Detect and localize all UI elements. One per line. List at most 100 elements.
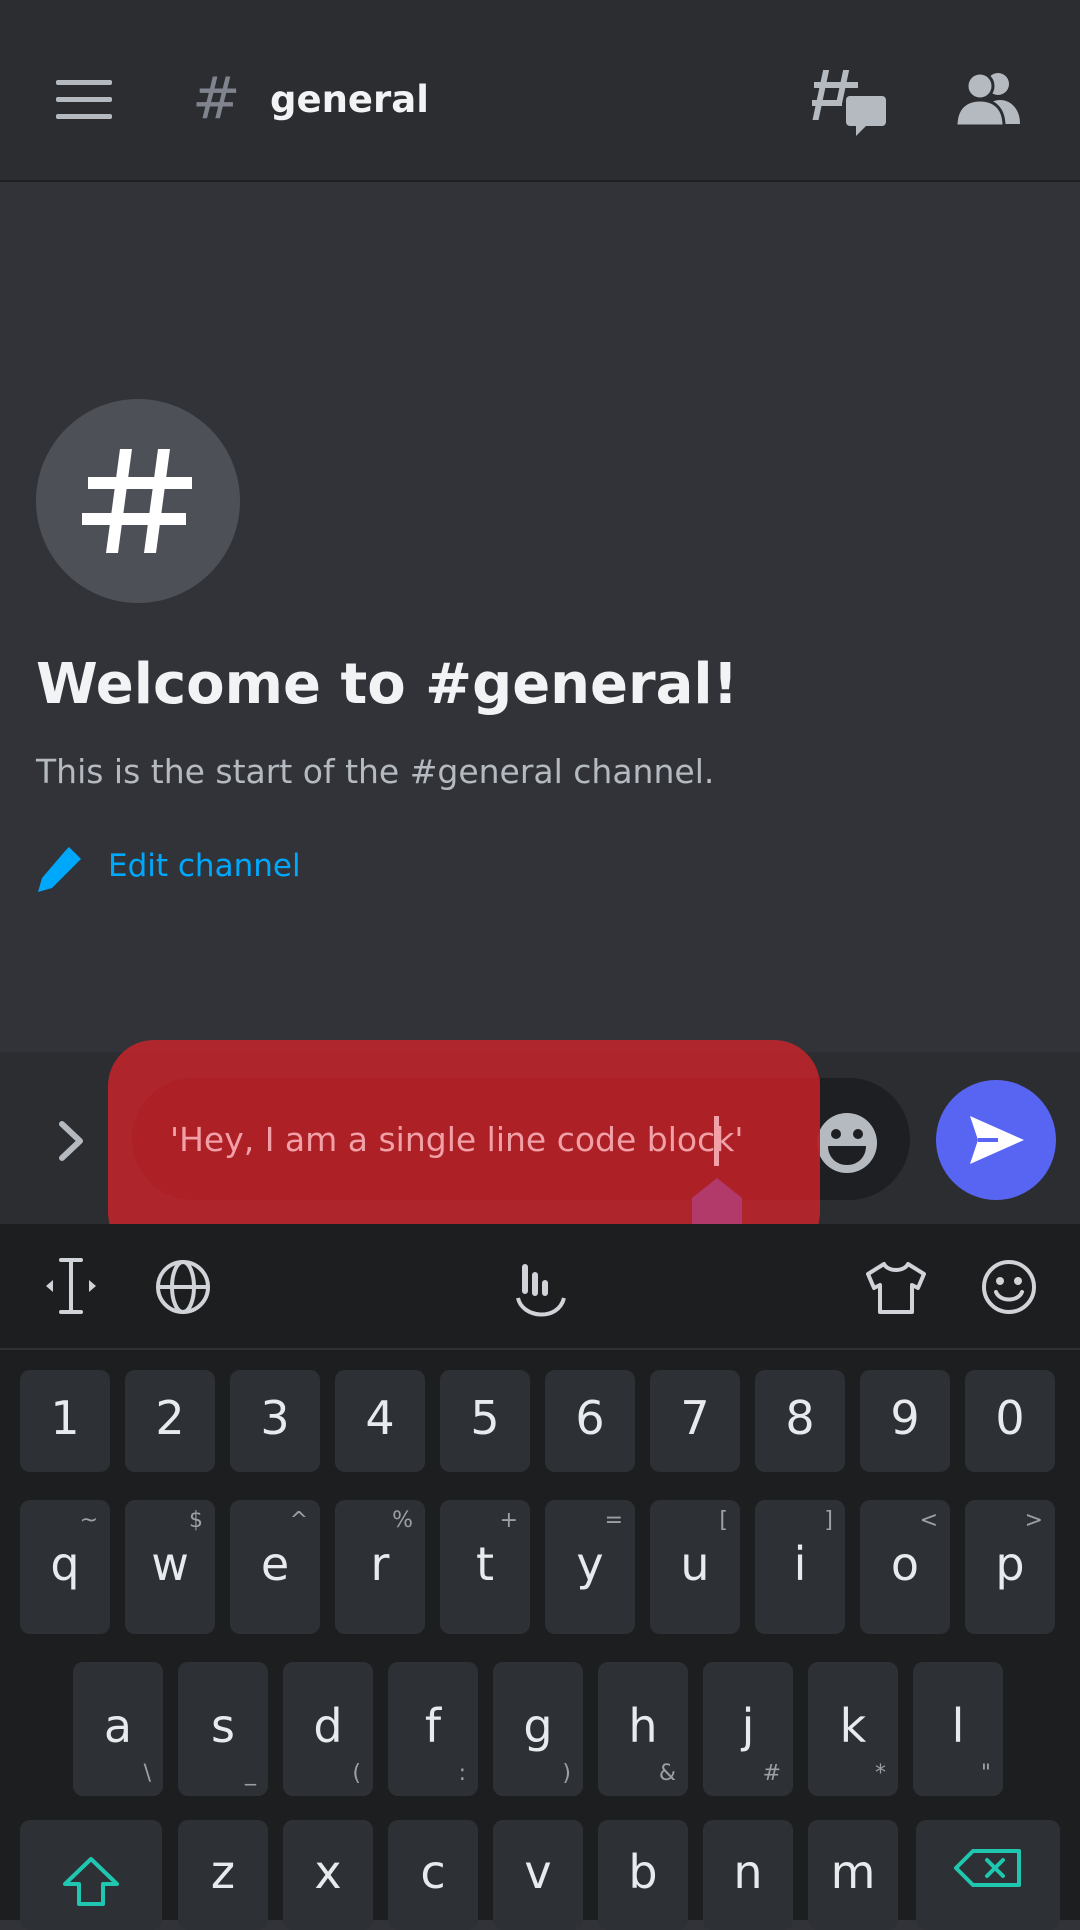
key-9[interactable]: 9 xyxy=(860,1370,950,1472)
key-2[interactable]: 2 xyxy=(125,1370,215,1472)
key-alt-label: " xyxy=(980,1761,991,1786)
key-1[interactable]: 1 xyxy=(20,1370,110,1472)
key-alt-label: ) xyxy=(562,1761,571,1786)
key-label: u xyxy=(680,1537,710,1591)
key-g[interactable]: g) xyxy=(493,1662,583,1796)
key-alt-label: ^ xyxy=(289,1508,308,1533)
key-k[interactable]: k * xyxy=(808,1662,898,1796)
key-alt-label: _ xyxy=(245,1761,256,1786)
key-alt-label: * xyxy=(875,1761,886,1786)
key-q[interactable]: q ~ xyxy=(20,1500,110,1634)
members-icon[interactable] xyxy=(956,70,1022,126)
key-label: t xyxy=(475,1537,495,1591)
key-l[interactable]: l " xyxy=(913,1662,1003,1796)
menu-icon[interactable] xyxy=(56,80,112,120)
chevron-right-icon[interactable] xyxy=(56,1120,86,1162)
key-alt-label: ~ xyxy=(79,1508,98,1533)
key-alt-label: = xyxy=(604,1508,623,1533)
key-alt-label: ] xyxy=(824,1508,833,1533)
key-label: m xyxy=(830,1845,876,1899)
key-o[interactable]: o < xyxy=(860,1500,950,1634)
key-label: y xyxy=(576,1537,604,1591)
text-caret xyxy=(714,1116,719,1166)
key-label: s xyxy=(211,1699,235,1753)
key-label: 9 xyxy=(890,1391,920,1445)
key-label: 6 xyxy=(575,1391,605,1445)
key-0[interactable]: 0 xyxy=(965,1370,1055,1472)
key-label: p xyxy=(995,1537,1025,1591)
globe-icon[interactable] xyxy=(154,1258,212,1316)
key-v[interactable]: v xyxy=(493,1820,583,1930)
key-r[interactable]: r% xyxy=(335,1500,425,1634)
key-alt-label: > xyxy=(1024,1508,1043,1533)
key-d[interactable]: d( xyxy=(283,1662,373,1796)
gesture-icon[interactable] xyxy=(514,1260,568,1326)
send-icon xyxy=(970,1116,1024,1164)
key-alt-label: # xyxy=(762,1761,781,1786)
key-e[interactable]: e ^ xyxy=(230,1500,320,1634)
channel-header: # general xyxy=(0,0,1080,182)
key-label: h xyxy=(628,1699,658,1753)
key-alt-label: ( xyxy=(352,1761,361,1786)
key-s[interactable]: s _ xyxy=(178,1662,268,1796)
key-label: l xyxy=(951,1699,965,1753)
send-button[interactable] xyxy=(936,1080,1056,1200)
threads-icon[interactable] xyxy=(812,66,886,136)
key-alt-label: % xyxy=(392,1508,413,1533)
key-label: z xyxy=(210,1845,236,1899)
key-8[interactable]: 8 xyxy=(755,1370,845,1472)
key-n[interactable]: n xyxy=(703,1820,793,1930)
key-p[interactable]: p > xyxy=(965,1500,1055,1634)
channel-avatar xyxy=(36,399,240,603)
cursor-move-icon[interactable] xyxy=(44,1254,98,1318)
key-z[interactable]: z xyxy=(178,1820,268,1930)
key-m[interactable]: m xyxy=(808,1820,898,1930)
key-label: b xyxy=(628,1845,658,1899)
key-label: 2 xyxy=(155,1391,185,1445)
keyboard: 1 2 3 4 5 6 7 8 9 0 q ~ w $ e ^ r% t + y = u[i] o < p > a \ s _ d(f: g)… xyxy=(0,1350,1080,1930)
key-label: f xyxy=(424,1699,442,1753)
backspace-key[interactable] xyxy=(916,1820,1060,1930)
emoji-icon[interactable] xyxy=(814,1110,880,1176)
key-label: 8 xyxy=(785,1391,815,1445)
welcome-subtitle: This is the start of the #general channe… xyxy=(36,752,715,791)
key-label: q xyxy=(50,1537,80,1591)
key-alt-label: + xyxy=(499,1508,518,1533)
pencil-icon xyxy=(38,847,81,892)
key-w[interactable]: w $ xyxy=(125,1500,215,1634)
emoji-keyboard-icon[interactable] xyxy=(980,1258,1038,1316)
key-5[interactable]: 5 xyxy=(440,1370,530,1472)
key-c[interactable]: c xyxy=(388,1820,478,1930)
message-input-text[interactable]: 'Hey, I am a single line code block' xyxy=(170,1112,743,1168)
key-t[interactable]: t + xyxy=(440,1500,530,1634)
key-label: 3 xyxy=(260,1391,290,1445)
key-label: 4 xyxy=(365,1391,395,1445)
key-alt-label: [ xyxy=(719,1508,728,1533)
key-alt-label: < xyxy=(919,1508,938,1533)
key-f[interactable]: f: xyxy=(388,1662,478,1796)
key-3[interactable]: 3 xyxy=(230,1370,320,1472)
key-label: 7 xyxy=(680,1391,710,1445)
keyboard-toolbar xyxy=(0,1224,1080,1350)
key-a[interactable]: a \ xyxy=(73,1662,163,1796)
key-alt-label: & xyxy=(658,1761,676,1786)
hash-icon xyxy=(82,449,192,553)
theme-shirt-icon[interactable] xyxy=(864,1260,928,1316)
key-label: k xyxy=(839,1699,867,1753)
key-u[interactable]: u[ xyxy=(650,1500,740,1634)
key-x[interactable]: x xyxy=(283,1820,373,1930)
key-y[interactable]: y = xyxy=(545,1500,635,1634)
key-6[interactable]: 6 xyxy=(545,1370,635,1472)
backspace-icon xyxy=(954,1849,1021,1887)
key-4[interactable]: 4 xyxy=(335,1370,425,1472)
key-7[interactable]: 7 xyxy=(650,1370,740,1472)
key-h[interactable]: h & xyxy=(598,1662,688,1796)
channel-hash-icon: # xyxy=(192,64,241,132)
shift-key[interactable] xyxy=(20,1820,162,1930)
channel-title: general xyxy=(270,78,429,121)
key-label: 0 xyxy=(995,1391,1025,1445)
key-i[interactable]: i] xyxy=(755,1500,845,1634)
key-b[interactable]: b xyxy=(598,1820,688,1930)
key-j[interactable]: j # xyxy=(703,1662,793,1796)
key-alt-label: : xyxy=(458,1761,466,1786)
